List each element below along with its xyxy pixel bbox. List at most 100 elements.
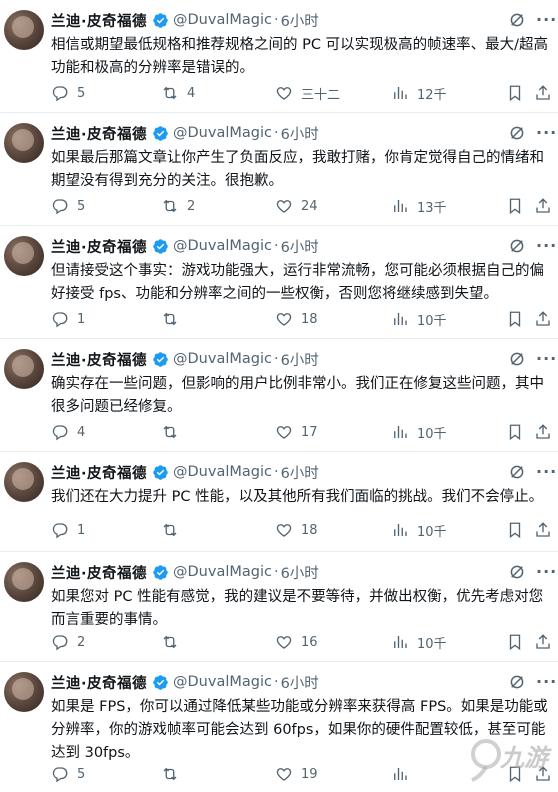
more-options-icon[interactable]: ··· (536, 672, 557, 691)
grok-icon[interactable] (508, 563, 526, 581)
like-count: 三十二 (301, 87, 341, 103)
reply-button[interactable]: 5 (51, 764, 85, 784)
bookmark-button[interactable] (506, 520, 524, 540)
heart-icon (276, 524, 292, 537)
author-name[interactable]: 兰迪·皮奇福德 (51, 562, 147, 583)
more-options-icon[interactable]: ··· (536, 10, 557, 29)
like-button[interactable]: 18 (275, 309, 318, 329)
share-button[interactable] (534, 83, 552, 103)
more-options-icon[interactable]: ··· (536, 123, 557, 142)
more-options-icon[interactable]: ··· (536, 462, 557, 481)
share-button[interactable] (534, 196, 552, 216)
avatar[interactable] (4, 236, 44, 276)
reply-button[interactable]: 1 (51, 520, 85, 540)
more-options-icon[interactable]: ··· (536, 562, 557, 581)
like-button[interactable]: 16 (275, 632, 318, 652)
tweet-text: 相信或期望最低规格和推荐规格之间的 PC 可以实现极高的帧速率、最大/超高 功能… (51, 37, 548, 76)
bookmark-button[interactable] (506, 83, 524, 103)
views-button[interactable]: 10千 (391, 422, 447, 442)
tweet-time[interactable]: 6小时 (281, 462, 319, 483)
author-name[interactable]: 兰迪·皮奇福德 (51, 672, 147, 693)
share-button[interactable] (534, 632, 552, 652)
avatar[interactable] (4, 562, 44, 602)
bookmark-button[interactable] (506, 309, 524, 329)
tweet[interactable]: 兰迪·皮奇福德 @DuvalMagic · 6小时 ··· 如果最后那篇文章让你… (0, 113, 558, 226)
share-icon (536, 424, 550, 439)
author-handle[interactable]: @DuvalMagic (173, 125, 272, 141)
grok-icon[interactable] (508, 11, 526, 29)
author-handle[interactable]: @DuvalMagic (173, 674, 272, 690)
retweet-button[interactable] (161, 520, 187, 540)
views-chart-icon (394, 426, 407, 438)
view-count: 10千 (417, 636, 447, 652)
bookmark-button[interactable] (506, 422, 524, 442)
reply-count: 2 (77, 634, 86, 650)
retweet-button[interactable]: 4 (161, 83, 195, 103)
grok-icon[interactable] (508, 463, 526, 481)
bookmark-icon (509, 198, 521, 215)
grok-icon[interactable] (508, 673, 526, 691)
author-name[interactable]: 兰迪·皮奇福德 (51, 236, 147, 257)
more-options-icon[interactable]: ··· (536, 349, 557, 368)
views-button[interactable]: 10千 (391, 520, 447, 540)
bookmark-button[interactable] (506, 196, 524, 216)
reply-button[interactable]: 1 (51, 309, 85, 329)
grok-icon[interactable] (508, 124, 526, 142)
like-button[interactable]: 三十二 (275, 83, 340, 103)
reply-button[interactable]: 5 (51, 196, 85, 216)
reply-button[interactable]: 2 (51, 632, 85, 652)
reply-button[interactable]: 4 (51, 422, 85, 442)
tweet-time[interactable]: 6小时 (281, 562, 319, 583)
views-button[interactable]: 13千 (391, 196, 447, 216)
tweet[interactable]: 兰迪·皮奇福德 @DuvalMagic · 6小时 ··· 我们还在大力提升 P… (0, 452, 558, 552)
author-handle[interactable]: @DuvalMagic (173, 564, 272, 580)
tweet-time[interactable]: 6小时 (281, 236, 319, 257)
tweet-time[interactable]: 6小时 (281, 123, 319, 144)
like-button[interactable]: 17 (275, 422, 318, 442)
like-button[interactable]: 19 (275, 764, 318, 784)
grok-icon[interactable] (508, 350, 526, 368)
bookmark-icon (509, 634, 521, 651)
views-button[interactable]: 10千 (391, 309, 447, 329)
avatar[interactable] (4, 462, 44, 502)
share-button[interactable] (534, 309, 552, 329)
share-button[interactable] (534, 520, 552, 540)
tweet[interactable]: 兰迪·皮奇福德 @DuvalMagic · 6小时 ··· 相信或期望最低规格和… (0, 0, 558, 113)
author-handle[interactable]: @DuvalMagic (173, 238, 272, 254)
author-handle[interactable]: @DuvalMagic (173, 464, 272, 480)
bookmark-button[interactable] (506, 632, 524, 652)
avatar[interactable] (4, 349, 44, 389)
reply-button[interactable]: 5 (51, 83, 85, 103)
avatar[interactable] (4, 672, 44, 712)
retweet-button[interactable] (161, 422, 187, 442)
views-button[interactable] (391, 764, 417, 784)
author-name[interactable]: 兰迪·皮奇福德 (51, 123, 147, 144)
tweet[interactable]: 兰迪·皮奇福德 @DuvalMagic · 6小时 ··· 但请接受这个事实：游… (0, 226, 558, 339)
author-handle[interactable]: @DuvalMagic (173, 351, 272, 367)
retweet-button[interactable] (161, 309, 187, 329)
heart-icon (276, 200, 292, 213)
tweet-actions: 4 17 10千 (51, 422, 551, 442)
tweet-time[interactable]: 6小时 (281, 672, 319, 693)
tweet[interactable]: 兰迪·皮奇福德 @DuvalMagic · 6小时 ··· 如果您对 PC 性能… (0, 552, 558, 662)
tweet[interactable]: 兰迪·皮奇福德 @DuvalMagic · 6小时 ··· 确实存在一些问题，但… (0, 339, 558, 452)
avatar[interactable] (4, 10, 44, 50)
views-button[interactable]: 10千 (391, 632, 447, 652)
retweet-button[interactable] (161, 764, 187, 784)
author-name[interactable]: 兰迪·皮奇福德 (51, 10, 147, 31)
views-button[interactable]: 12千 (391, 83, 447, 103)
like-button[interactable]: 18 (275, 520, 318, 540)
avatar[interactable] (4, 123, 44, 163)
tweet-time[interactable]: 6小时 (281, 10, 319, 31)
author-name[interactable]: 兰迪·皮奇福德 (51, 462, 147, 483)
more-options-icon[interactable]: ··· (536, 236, 557, 255)
retweet-button[interactable] (161, 632, 187, 652)
tweet-time[interactable]: 6小时 (281, 349, 319, 370)
author-name[interactable]: 兰迪·皮奇福德 (51, 349, 147, 370)
author-handle[interactable]: @DuvalMagic (173, 12, 272, 28)
tweet-feed: 兰迪·皮奇福德 @DuvalMagic · 6小时 ··· 相信或期望最低规格和… (0, 0, 558, 792)
share-button[interactable] (534, 422, 552, 442)
like-button[interactable]: 24 (275, 196, 318, 216)
retweet-button[interactable]: 2 (161, 196, 195, 216)
grok-icon[interactable] (508, 237, 526, 255)
